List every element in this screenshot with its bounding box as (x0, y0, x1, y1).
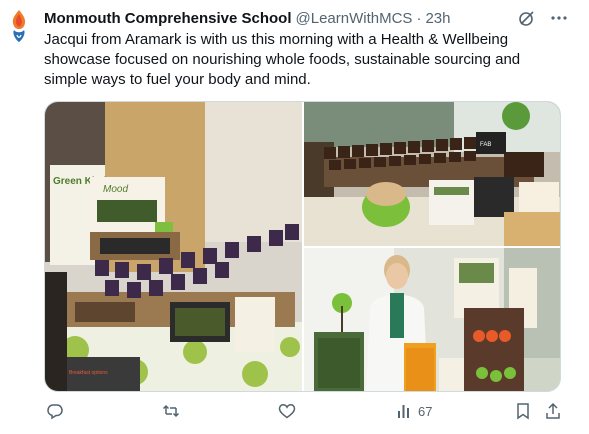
photo-brownies[interactable]: FAB (304, 102, 560, 246)
header-icons (517, 8, 569, 28)
reply-icon (47, 404, 63, 420)
author-name[interactable]: Monmouth Comprehensive School (44, 10, 292, 27)
media-grid[interactable]: Green Kitch Mood Breakfast options FAB (44, 101, 561, 392)
like-icon (278, 404, 296, 419)
actions-bar: 67 (44, 402, 564, 426)
sign-mood: Mood (103, 184, 128, 195)
author-handle[interactable]: @LearnWithMCS (296, 10, 413, 27)
tweet-header: Monmouth Comprehensive School @LearnWith… (44, 8, 569, 28)
separator-dot: · (416, 9, 422, 27)
share-button[interactable] (544, 402, 562, 420)
views-icon (398, 405, 409, 418)
bookmark-icon (517, 403, 529, 420)
more-icon[interactable] (549, 8, 569, 28)
brownie-sign: FAB (480, 142, 491, 148)
views-count: 67 (418, 403, 433, 419)
photo-dessert-table[interactable]: Green Kitch Mood Breakfast options (45, 102, 302, 391)
like-button[interactable] (278, 402, 296, 420)
views-button[interactable]: 67 (396, 402, 432, 420)
retweet-button[interactable] (162, 402, 180, 420)
tweet: Monmouth Comprehensive School @LearnWith… (0, 0, 589, 434)
grok-icon[interactable] (517, 8, 537, 28)
reply-button[interactable] (46, 402, 64, 420)
retweet-icon (162, 404, 180, 418)
avatar[interactable] (8, 8, 30, 44)
bookmark-button[interactable] (514, 402, 532, 420)
timestamp[interactable]: 23h (425, 10, 450, 27)
sign-notice: Breakfast options (69, 370, 108, 376)
share-icon (546, 402, 560, 419)
tweet-text: Jacqui from Aramark is with us this morn… (44, 31, 521, 88)
photo-presenter[interactable] (304, 248, 560, 391)
